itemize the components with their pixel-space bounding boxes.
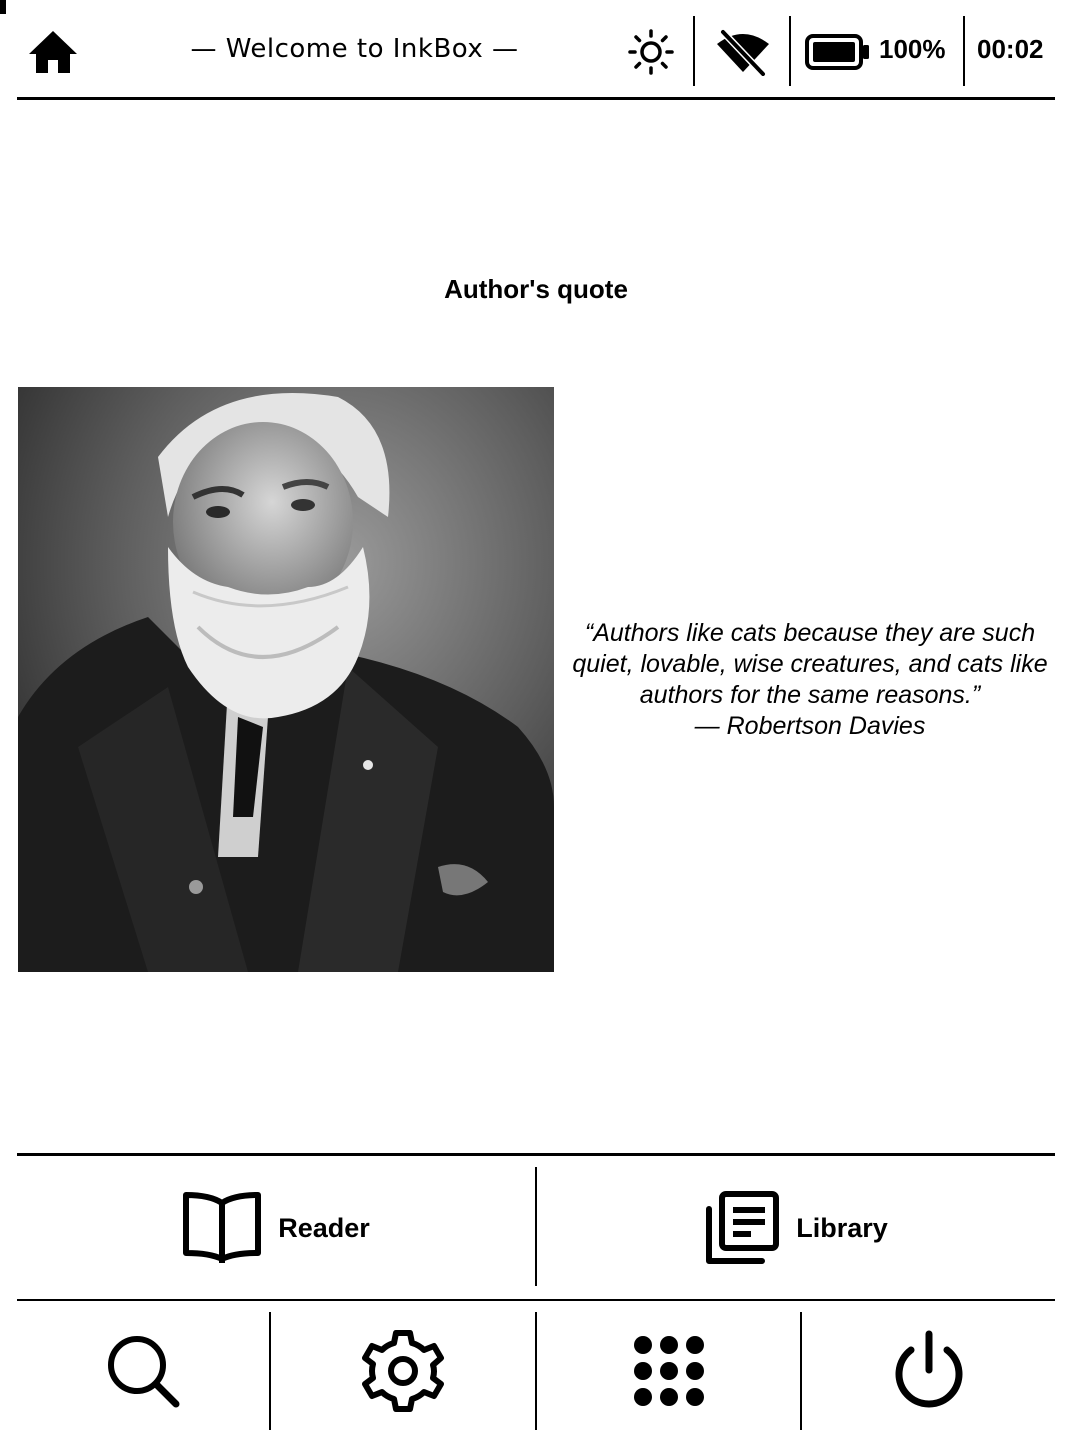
library-button[interactable]: Library: [537, 1157, 1055, 1299]
search-button[interactable]: [17, 1301, 269, 1441]
brightness-icon: [628, 29, 674, 75]
settings-icon: [362, 1330, 444, 1412]
brightness-button[interactable]: [621, 26, 681, 78]
power-button[interactable]: [802, 1301, 1055, 1441]
apps-button[interactable]: [537, 1301, 800, 1441]
settings-button[interactable]: [271, 1301, 535, 1441]
wifi-off-icon: [717, 30, 769, 76]
quote-text: “Authors like cats because they are such…: [572, 619, 1048, 709]
status-bar: — Welcome to InkBox — 100% 00:02: [17, 0, 1055, 100]
status-divider: [693, 16, 695, 86]
corner-marker: [0, 0, 6, 14]
reader-button[interactable]: Reader: [17, 1157, 535, 1299]
battery-percentage: 100%: [879, 34, 946, 64]
battery-full-icon: [805, 34, 869, 70]
author-quote: “Authors like cats because they are such…: [560, 618, 1060, 742]
library-label: Library: [796, 1212, 888, 1243]
home-button[interactable]: [25, 24, 81, 80]
nav-divider: [17, 1153, 1055, 1156]
book-icon: [183, 1192, 262, 1263]
quote-author: — Robertson Davies: [694, 712, 926, 740]
library-icon: [706, 1191, 780, 1264]
apps-grid-icon: [633, 1336, 704, 1406]
power-icon: [895, 1330, 962, 1408]
search-icon: [108, 1336, 180, 1408]
clock: 00:02: [977, 34, 1044, 64]
reader-label: Reader: [278, 1212, 370, 1243]
status-divider: [963, 16, 965, 86]
home-icon: [29, 31, 77, 73]
status-divider: [789, 16, 791, 86]
welcome-title: — Welcome to InkBox —: [190, 34, 519, 64]
wifi-button[interactable]: [709, 26, 777, 78]
author-photo: [18, 387, 554, 972]
section-title: Author's quote: [444, 274, 628, 304]
